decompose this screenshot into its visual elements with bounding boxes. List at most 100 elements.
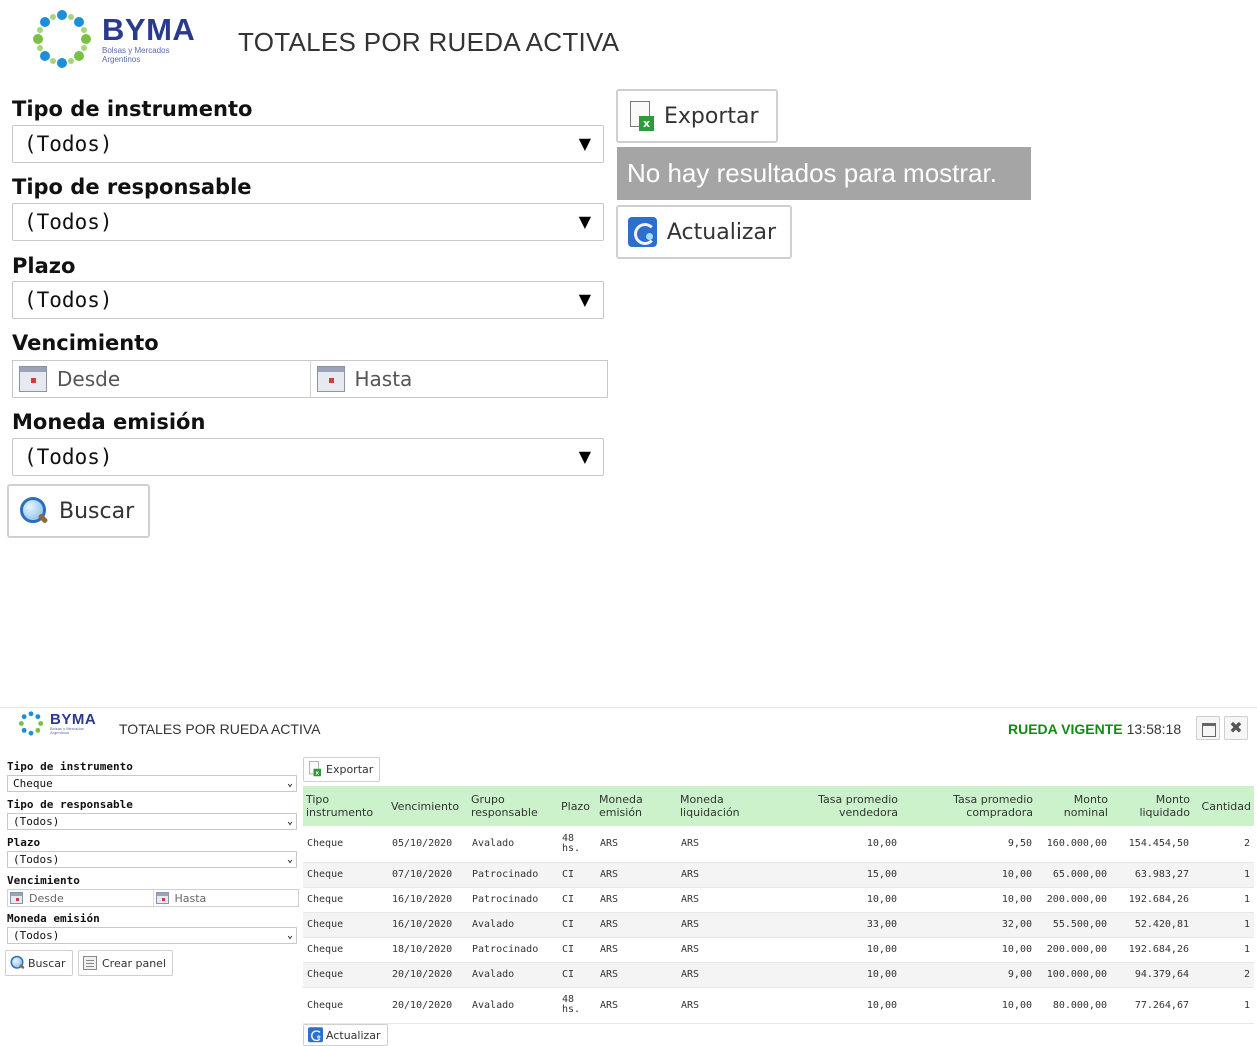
table-row[interactable]: Cheque 05/10/2020 Avalado 48 hs. ARS ARS 10,00… [303, 826, 1254, 863]
table-cell: Patrocinado [468, 862, 558, 888]
byma-logo-icon [30, 8, 94, 70]
table-cell: 1 [1193, 862, 1254, 888]
table-cell: 63.983,27 [1111, 862, 1193, 888]
table-cell: 154.454,50 [1111, 826, 1193, 863]
table-cell: Avalado [468, 962, 558, 988]
col-header[interactable]: Tipo instrumento [303, 786, 388, 826]
col-header[interactable]: Monto liquidado [1111, 786, 1193, 826]
col-header[interactable]: Grupo responsable [468, 786, 558, 826]
page-title: TOTALES POR RUEDA ACTIVA [238, 27, 620, 57]
col-header[interactable]: Cantidad [1193, 786, 1254, 826]
table-cell: Avalado [468, 912, 558, 938]
col-header[interactable]: Moneda liquidación [677, 786, 777, 826]
table-cell: Cheque [303, 987, 388, 1024]
date-from-input[interactable]: Desde [8, 890, 153, 906]
table-row[interactable]: Cheque 16/10/2020 Avalado CI ARS ARS 33,00 32,0… [303, 912, 1254, 938]
date-to-input[interactable]: Hasta [309, 361, 608, 397]
label-tipo-instrumento: Tipo de instrumento [7, 760, 133, 773]
date-from-input[interactable]: Desde [13, 361, 310, 397]
table-row[interactable]: Cheque 18/10/2020 Patrocinado CI ARS ARS 10,00… [303, 937, 1254, 963]
table-cell: 48 hs. [558, 826, 596, 863]
buscar-label: Buscar [28, 956, 66, 970]
buscar-button[interactable]: Buscar [5, 950, 73, 976]
table-cell: ARS [677, 862, 777, 888]
table-cell: ARS [596, 937, 677, 963]
table-cell: 77.264,67 [1111, 987, 1193, 1024]
label-moneda-emision: Moneda emisión [12, 410, 206, 434]
search-icon [10, 955, 25, 970]
select-value: Cheque [13, 777, 53, 790]
dropdown-arrow-icon: ▼ [578, 447, 591, 466]
table-cell: 80.000,00 [1036, 987, 1111, 1024]
select-tipo-responsable[interactable]: (Todos) ⌄ [7, 813, 297, 830]
calendar-icon [19, 366, 47, 392]
table-cell: Avalado [468, 826, 558, 863]
calendar-icon [155, 892, 169, 904]
actualizar-label: Actualizar [666, 219, 776, 245]
table-cell: ARS [677, 987, 777, 1024]
select-tipo-instrumento[interactable]: Cheque ⌄ [7, 775, 297, 792]
select-tipo-instrumento[interactable]: (Todos) ▼ [12, 125, 604, 163]
dropdown-arrow-icon: ▼ [578, 134, 591, 153]
table-cell: 07/10/2020 [388, 862, 468, 888]
date-to-placeholder: Hasta [174, 891, 207, 905]
select-plazo[interactable]: (Todos) ⌄ [7, 851, 297, 868]
actualizar-label: Actualizar [326, 1028, 381, 1042]
exportar-label: Exportar [664, 103, 759, 129]
table-cell: Avalado [468, 987, 558, 1024]
byma-logo: BYMA Bolsas y Mercados Argentinos [18, 711, 96, 736]
table-cell: ARS [596, 887, 677, 913]
actualizar-button[interactable]: Actualizar [303, 1024, 388, 1046]
search-icon [19, 496, 49, 526]
page-title: TOTALES POR RUEDA ACTIVA [119, 721, 321, 737]
table-cell: 32,00 [901, 912, 1036, 938]
vencimiento-range: Desde Hasta [12, 360, 608, 398]
table-cell: 33,00 [777, 912, 901, 938]
table-cell: ARS [596, 862, 677, 888]
table-cell: 20/10/2020 [388, 962, 468, 988]
table-cell: 10,00 [901, 987, 1036, 1024]
table-cell: ARS [677, 912, 777, 938]
select-value: (Todos) [24, 288, 113, 312]
col-header[interactable]: Moneda emisión [596, 786, 677, 826]
col-header[interactable]: Vencimiento [388, 786, 468, 826]
buscar-button[interactable]: Buscar [7, 484, 151, 538]
table-cell: 2 [1193, 826, 1254, 863]
exportar-button[interactable]: x Exportar [303, 757, 381, 782]
label-tipo-responsable: Tipo de responsable [7, 798, 133, 811]
select-value: (Todos) [13, 815, 60, 828]
chevron-down-icon: ⌄ [286, 854, 293, 865]
table-cell: 192.684,26 [1111, 937, 1193, 963]
col-header[interactable]: Tasa promedio compradora [901, 786, 1036, 826]
select-moneda-emision[interactable]: (Todos) ▼ [12, 438, 604, 476]
table-row[interactable]: Cheque 20/10/2020 Avalado 48 hs. ARS ARS 10,00… [303, 987, 1254, 1024]
maximize-icon[interactable] [1196, 716, 1220, 740]
table-cell: Cheque [303, 862, 388, 888]
select-value: (Todos) [13, 929, 60, 942]
table-cell: 160.000,00 [1036, 826, 1111, 863]
date-from-placeholder: Desde [57, 367, 121, 391]
select-moneda-emision[interactable]: (Todos) ⌄ [7, 927, 297, 944]
table-row[interactable]: Cheque 07/10/2020 Patrocinado CI ARS ARS 15,00… [303, 862, 1254, 888]
results-table: Tipo instrumento Vencimiento Grupo respo… [303, 786, 1254, 1024]
date-to-placeholder: Hasta [354, 367, 413, 391]
chevron-down-icon: ⌄ [286, 930, 293, 941]
col-header[interactable]: Plazo [558, 786, 596, 826]
col-header[interactable]: Tasa promedio vendedora [777, 786, 901, 826]
actualizar-button[interactable]: Actualizar [616, 205, 792, 259]
exportar-button[interactable]: x Exportar [616, 89, 778, 143]
exportar-label: Exportar [326, 763, 374, 776]
table-row[interactable]: Cheque 16/10/2020 Patrocinado CI ARS ARS 10,00… [303, 887, 1254, 913]
select-tipo-responsable[interactable]: (Todos) ▼ [12, 203, 604, 241]
col-header[interactable]: Monto nominal [1036, 786, 1111, 826]
close-icon[interactable]: ✖ [1224, 716, 1248, 740]
date-to-input[interactable]: Hasta [152, 890, 299, 906]
table-cell: 192.684,26 [1111, 887, 1193, 913]
table-row[interactable]: Cheque 20/10/2020 Avalado CI ARS ARS 10,00 9,00… [303, 962, 1254, 988]
table-cell: ARS [677, 826, 777, 863]
select-plazo[interactable]: (Todos) ▼ [12, 281, 604, 319]
table-cell: 52.420,81 [1111, 912, 1193, 938]
label-tipo-responsable: Tipo de responsable [12, 175, 252, 199]
table-cell: 10,00 [777, 826, 901, 863]
crear-panel-button[interactable]: Crear panel [78, 950, 174, 976]
